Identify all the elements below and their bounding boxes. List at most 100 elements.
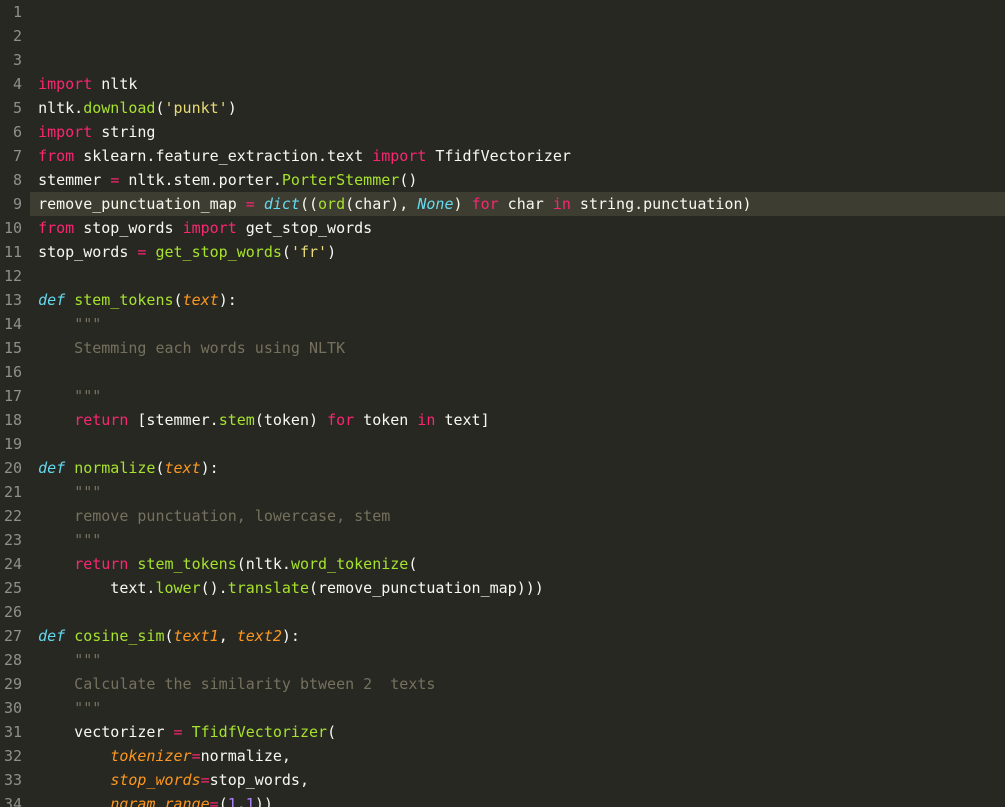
code-token: cosine_sim [74, 627, 164, 645]
line-number: 18 [4, 408, 22, 432]
code-token: vectorizer [38, 723, 173, 741]
code-token: """ [38, 387, 101, 405]
code-token: ( [408, 555, 417, 573]
line-number: 28 [4, 648, 22, 672]
code-token: () [399, 171, 417, 189]
code-token: ( [155, 99, 164, 117]
code-token: nltk.stem.porter. [119, 171, 282, 189]
code-token: import [38, 123, 92, 141]
code-token: from [38, 219, 74, 237]
line-number: 5 [4, 96, 22, 120]
line-number: 17 [4, 384, 22, 408]
code-token: get_stop_words [237, 219, 372, 237]
code-token: normalize [74, 459, 155, 477]
code-token [38, 555, 74, 573]
code-token: nltk [92, 75, 137, 93]
code-token: ( [155, 459, 164, 477]
code-token: ord [318, 195, 345, 213]
line-number: 6 [4, 120, 22, 144]
code-token [65, 459, 74, 477]
line-number: 13 [4, 288, 22, 312]
code-token: text2 [237, 627, 282, 645]
line-number: 4 [4, 72, 22, 96]
line-number-gutter: 1234567891011121314151617181920212223242… [0, 0, 30, 807]
code-token: normalize, [201, 747, 291, 765]
code-token [38, 315, 74, 333]
line-number: 7 [4, 144, 22, 168]
code-token: TfidfVectorizer [426, 147, 571, 165]
code-token: word_tokenize [291, 555, 408, 573]
code-editor[interactable]: 1234567891011121314151617181920212223242… [0, 0, 1005, 807]
code-token: ( [327, 723, 336, 741]
code-token: import [38, 75, 92, 93]
line-number: 25 [4, 576, 22, 600]
line-number: 16 [4, 360, 22, 384]
code-token: 'punkt' [165, 99, 228, 117]
code-token: text. [38, 579, 155, 597]
code-token: 1 [246, 795, 255, 807]
code-token: , [237, 795, 246, 807]
code-token: stop_words [74, 219, 182, 237]
line-number: 24 [4, 552, 22, 576]
line-number: 26 [4, 600, 22, 624]
code-token: ( [165, 627, 174, 645]
line-number: 12 [4, 264, 22, 288]
code-token: = [192, 747, 201, 765]
code-token: text [183, 291, 219, 309]
code-token: ngram_range [110, 795, 209, 807]
line-number: 20 [4, 456, 22, 480]
code-token: dict [264, 195, 300, 213]
code-token: ) [327, 243, 336, 261]
code-token: text1 [174, 627, 219, 645]
code-token: token [354, 411, 417, 429]
code-token [65, 627, 74, 645]
code-token: = [201, 771, 210, 789]
code-token: def [38, 459, 65, 477]
code-token: from [38, 147, 74, 165]
code-token: )) [255, 795, 273, 807]
line-number: 11 [4, 240, 22, 264]
code-token: TfidfVectorizer [192, 723, 327, 741]
line-number: 19 [4, 432, 22, 456]
line-number: 33 [4, 768, 22, 792]
code-token: PorterStemmer [282, 171, 399, 189]
code-area[interactable]: import nltk nltk.download('punkt') impor… [30, 0, 1005, 807]
line-number: 8 [4, 168, 22, 192]
code-token: char [499, 195, 553, 213]
code-token: """ [74, 483, 101, 501]
code-token: 'fr' [291, 243, 327, 261]
code-token: Stemming each words using NLTK [38, 339, 345, 357]
code-token [38, 771, 110, 789]
code-content[interactable]: import nltk nltk.download('punkt') impor… [38, 72, 1005, 807]
code-token: = [174, 723, 183, 741]
code-token: import [372, 147, 426, 165]
line-number: 15 [4, 336, 22, 360]
code-token: """ [38, 699, 101, 717]
code-token: translate [228, 579, 309, 597]
code-token: return [74, 555, 128, 573]
code-token: string.punctuation) [571, 195, 752, 213]
code-token: stop_words [110, 771, 200, 789]
code-token: (nltk. [237, 555, 291, 573]
code-token: ) [454, 195, 472, 213]
line-number: 9 [4, 192, 22, 216]
code-token: lower [155, 579, 200, 597]
code-token: get_stop_words [155, 243, 281, 261]
code-token: (char), [345, 195, 417, 213]
line-number: 2 [4, 24, 22, 48]
code-token: text] [435, 411, 489, 429]
line-number: 22 [4, 504, 22, 528]
code-token: ): [282, 627, 300, 645]
code-token: in [553, 195, 571, 213]
code-token: ): [201, 459, 219, 477]
line-number: 27 [4, 624, 22, 648]
code-token: for [472, 195, 499, 213]
code-token [38, 483, 74, 501]
code-token [38, 651, 74, 669]
code-token: """ [74, 651, 101, 669]
line-number: 34 [4, 792, 22, 807]
code-token: = [210, 795, 219, 807]
code-token: ) [228, 99, 237, 117]
code-token: """ [38, 531, 101, 549]
code-token: Calculate the similarity btween 2 texts [38, 675, 435, 693]
